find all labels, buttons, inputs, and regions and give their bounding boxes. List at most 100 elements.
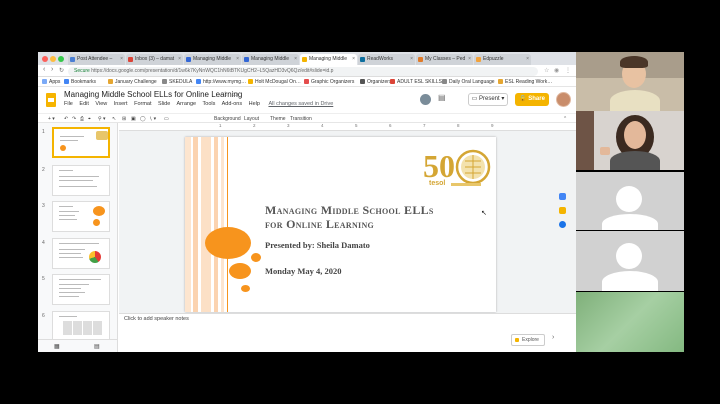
bookmark-favicon-icon [442,79,447,84]
bookmark-star-icon[interactable]: ☆ [544,67,549,74]
menu-edit[interactable]: Edit [79,101,88,107]
tab-close-icon[interactable]: × [526,54,529,65]
collaborator-avatar[interactable] [420,94,431,105]
tab-close-icon[interactable]: × [468,54,471,65]
maximize-window-icon[interactable] [58,56,64,62]
video-tile-participant-5[interactable] [576,292,684,352]
tab-close-icon[interactable]: × [352,54,355,65]
browser-tab[interactable]: Managing Middle × [300,54,357,65]
bookmark-label: Bookmarks [71,79,97,85]
chevron-right-icon[interactable]: › [552,334,554,341]
saved-status[interactable]: All changes saved in Drive [268,101,333,107]
menu-arrange[interactable]: Arrange [177,101,197,107]
thumbnail-number: 2 [42,167,45,173]
browser-tab[interactable]: ReadWorks × [358,54,415,65]
comments-icon[interactable]: ▤ [438,93,446,102]
bookmarks-bar: Apps Bookmarks January Challenge SKEDULA htt… [38,77,576,87]
tab-favicon-icon [418,57,423,62]
bookmark-favicon-icon [390,79,395,84]
ruler-number: 8 [457,123,460,128]
slide-title: Managing Middle School ELLs for Online L… [265,203,434,231]
minimize-window-icon[interactable] [50,56,56,62]
document-title[interactable]: Managing Middle School ELLs for Online L… [64,90,242,99]
menu-help[interactable]: Help [249,101,260,107]
explore-button[interactable]: Explore [511,334,545,346]
thumbnail-slide-6[interactable] [52,311,110,342]
chrome-menu-icon[interactable]: ⋮ [565,67,571,74]
thumbnail-slide-1[interactable] [52,127,110,158]
bookmark-item[interactable]: ESL Reading Work… [498,77,552,87]
bookmark-item[interactable]: Apps [42,77,60,87]
filmstrip-view-icon[interactable]: ▤ [94,343,100,350]
video-tile-participant-3[interactable] [576,172,684,230]
tasks-icon[interactable] [559,221,566,228]
url-input[interactable]: Secure https://docs.google.com/presentat… [68,67,538,76]
bookmark-item[interactable]: Organizers [360,77,391,87]
bookmark-favicon-icon [42,79,47,84]
thumbnail-slide-5[interactable] [52,274,110,305]
video-tile-participant-1[interactable] [576,52,684,111]
bookmark-item[interactable]: Daily Oral Language [442,77,495,87]
bookmark-favicon-icon [498,79,503,84]
share-button[interactable]: 🔒 Share [515,93,549,106]
browser-tab[interactable]: Post Attendee – × [68,54,125,65]
thumbnail-slide-3[interactable] [52,201,110,232]
thumbnail-slide-4[interactable] [52,238,110,269]
menu-tools[interactable]: Tools [203,101,216,107]
orange-circle-tiny [241,285,250,292]
thumbnail-slide-2[interactable] [52,165,110,196]
menu-insert[interactable]: Insert [114,101,128,107]
browser-tab[interactable]: My Classes – Ped × [416,54,473,65]
bookmark-item[interactable]: Holt McDougal On… [248,77,301,87]
tab-close-icon[interactable]: × [410,54,413,65]
tab-favicon-icon [360,57,365,62]
slide-filmstrip[interactable]: 1 2 3 4 5 6 ▦ ▤ [38,123,118,352]
grid-view-icon[interactable]: ▦ [54,343,60,350]
tab-close-icon[interactable]: × [120,54,123,65]
browser-tab[interactable]: Edpuzzle × [474,54,531,65]
browser-tab[interactable]: Managing Middle × [184,54,241,65]
menu-addons[interactable]: Add-ons [222,101,243,107]
url-text: https://docs.google.com/presentation/d/1… [91,68,334,74]
video-tile-participant-4[interactable] [576,231,684,291]
menu-format[interactable]: Format [134,101,151,107]
tab-close-icon[interactable]: × [178,54,181,65]
orange-circle-small [251,253,261,262]
tab-close-icon[interactable]: × [236,54,239,65]
bookmark-item[interactable]: SKEDULA [162,77,192,87]
present-button[interactable]: ▭ Present ▾ [468,93,508,106]
menu-file[interactable]: File [64,101,73,107]
back-icon[interactable]: ‹ [43,66,45,73]
extension-icon[interactable]: ◉ [554,67,559,74]
slide-title-line-2: for Online Learning [265,217,375,231]
star-icon[interactable]: ☆ [222,90,228,98]
bookmark-item[interactable]: ADULT ESL SKILLS [390,77,442,87]
bookmark-item[interactable]: http://www.mymg… [196,77,246,87]
bookmark-label: Holt McDougal On… [255,79,301,85]
calendar-icon[interactable] [559,193,566,200]
video-tile-participant-2[interactable] [576,111,684,170]
bookmark-item[interactable]: January Challenge [108,77,157,87]
slides-logo-icon[interactable] [46,93,56,107]
current-slide[interactable]: 50 tesol Managing Middle School ELLs for… [185,137,496,312]
tab-favicon-icon [476,57,481,62]
bookmark-item[interactable]: Bookmarks [64,77,96,87]
participant-avatar-icon [616,186,642,212]
keep-icon[interactable] [559,207,566,214]
account-avatar[interactable] [556,92,571,107]
reload-icon[interactable]: ↻ [59,67,64,74]
explore-label: Explore [522,337,539,343]
forward-icon[interactable]: › [51,66,53,73]
browser-tab[interactable]: Inbox (3) – damat × [126,54,183,65]
tab-close-icon[interactable]: × [294,54,297,65]
share-label: Share [528,96,545,102]
speaker-notes[interactable]: Click to add speaker notes Explore › [119,313,576,352]
slide-presenter: Presented by: Sheila Damato [265,240,370,250]
close-window-icon[interactable] [42,56,48,62]
bookmark-item[interactable]: Graphic Organizers [304,77,354,87]
menu-slide[interactable]: Slide [158,101,170,107]
folder-icon[interactable]: ▭ [232,90,239,98]
filmstrip-footer: ▦ ▤ [38,339,117,352]
browser-tab[interactable]: Managing Middle × [242,54,299,65]
menu-view[interactable]: View [95,101,107,107]
